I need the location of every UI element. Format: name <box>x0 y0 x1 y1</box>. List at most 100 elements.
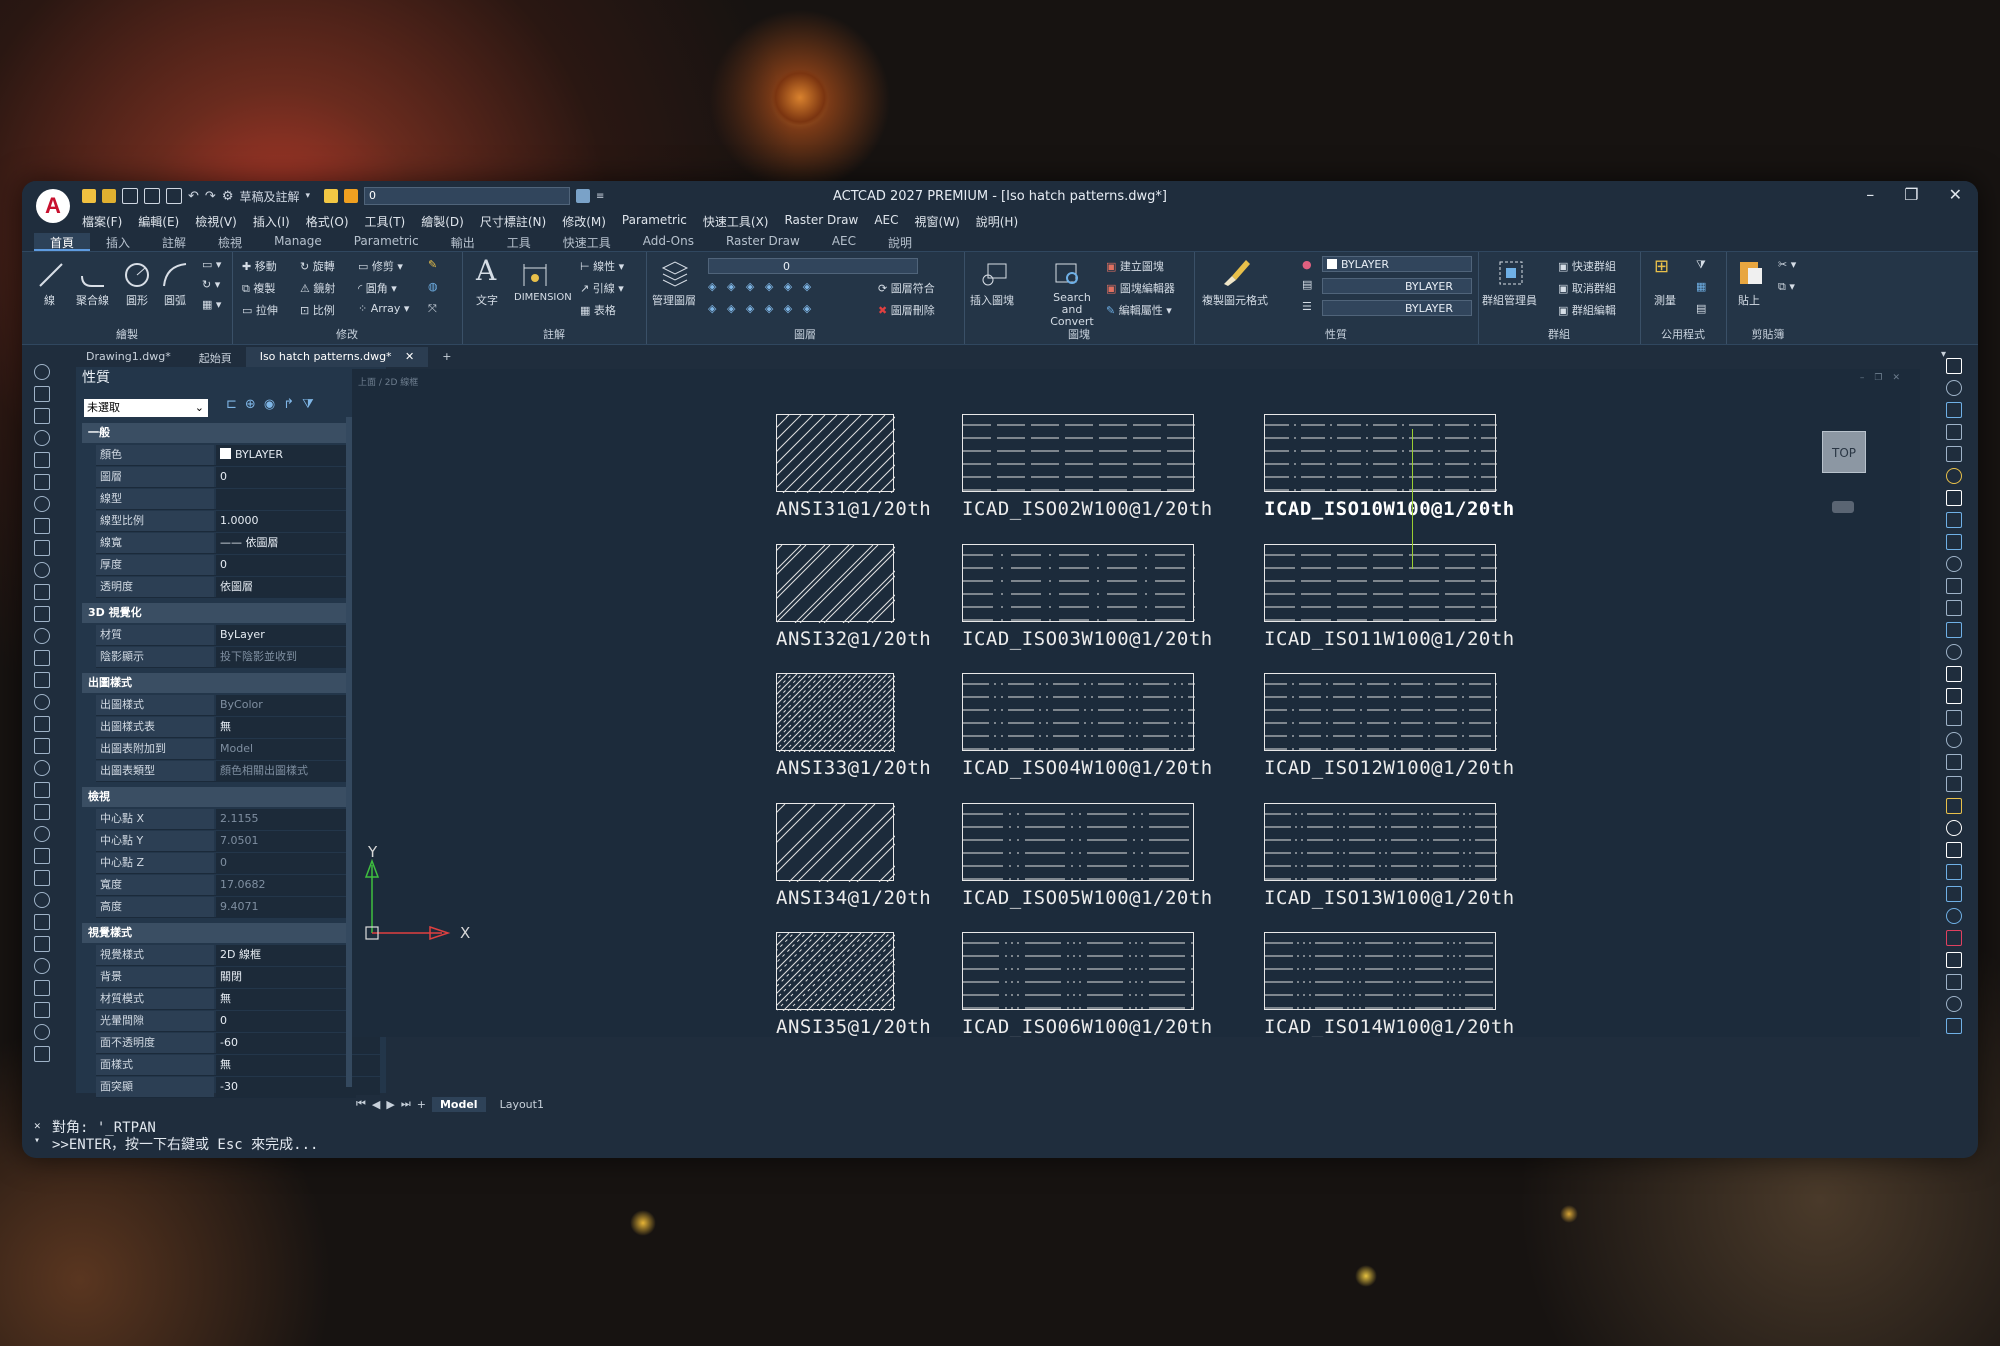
hatch-boundary[interactable] <box>962 673 1195 751</box>
draw-tool-icon[interactable] <box>34 430 50 446</box>
linear-button[interactable]: ⊢ 線性 ▾ <box>580 258 624 274</box>
lineweight-combo[interactable]: BYLAYER <box>1322 300 1472 316</box>
hatch-pattern-label[interactable]: ANSI33@1/20th <box>776 757 931 779</box>
property-row[interactable]: 陰影顯示 投下陰影並收到 <box>96 647 380 668</box>
hatch-pattern-label[interactable]: ICAD_ISO05W100@1/20th <box>962 887 1213 909</box>
modify-tool-icon[interactable] <box>1946 886 1962 902</box>
ribbon-tab[interactable]: 輸出 <box>435 233 491 251</box>
modify-tool-icon[interactable] <box>1946 534 1962 550</box>
drawing-viewport[interactable]: 上面 / 2D 線框 –❐✕ TOP ANSI31@1/20th ICAD_ISO… <box>352 369 1920 1037</box>
draw-tool-icon[interactable] <box>34 474 50 490</box>
draw-tool-icon[interactable] <box>34 782 50 798</box>
hatch-pattern-label[interactable]: ANSI32@1/20th <box>776 628 931 650</box>
properties-section-header[interactable]: 檢視▴ <box>82 787 380 807</box>
property-row[interactable]: 線型比例 1.0000 <box>96 511 380 532</box>
arc-icon[interactable] <box>160 260 190 290</box>
layer-match-button[interactable]: ⟳ 圖層符合 <box>878 280 935 296</box>
hatch-boundary[interactable] <box>776 673 895 752</box>
property-value[interactable]: -30 <box>216 1077 380 1097</box>
hatch-pattern-label[interactable]: ICAD_ISO13W100@1/20th <box>1264 887 1515 909</box>
draw-tool-icon[interactable] <box>34 870 50 886</box>
table-button[interactable]: ▦ 表格 <box>580 302 616 318</box>
property-row[interactable]: 透明度 依圖層 <box>96 577 380 598</box>
selection-dropdown[interactable]: 未選取 ⌄ <box>84 399 208 417</box>
rectangle-icon[interactable]: ▭ ▾ <box>202 258 221 271</box>
hatch-pattern-label[interactable]: ICAD_ISO11W100@1/20th <box>1264 628 1515 650</box>
menu-item[interactable]: AEC <box>874 213 898 231</box>
property-row[interactable]: 出圖樣式 ByColor <box>96 695 380 716</box>
calculator-icon[interactable]: ▤ <box>1696 302 1706 315</box>
hatch-boundary[interactable] <box>1264 414 1497 492</box>
line-icon[interactable] <box>36 260 66 290</box>
property-row[interactable]: 面不透明度 -60 <box>96 1033 380 1054</box>
draw-tool-icon[interactable] <box>34 826 50 842</box>
copy-button[interactable]: ⧉ 複製 <box>242 280 275 296</box>
property-row[interactable]: 高度 9.4071 <box>96 897 380 918</box>
hatch-boundary[interactable] <box>962 414 1195 492</box>
layer-tools-row1[interactable]: ◈ ◈ ◈ ◈ ◈ ◈ <box>708 280 811 293</box>
ribbon-tab[interactable]: Parametric <box>338 233 435 251</box>
array-button[interactable]: ⁘ Array ▾ <box>358 302 409 315</box>
hatch-pattern-label[interactable]: ICAD_ISO03W100@1/20th <box>962 628 1213 650</box>
hatch-pattern-label[interactable]: ICAD_ISO04W100@1/20th <box>962 757 1213 779</box>
property-row[interactable]: 線型 <box>96 489 380 510</box>
property-row[interactable]: 中心點 Z 0 <box>96 853 380 874</box>
hatch-boundary[interactable] <box>1264 932 1497 1010</box>
erase-icon[interactable]: ◍ <box>428 280 438 293</box>
ribbon-tab[interactable]: 檢視 <box>202 233 258 251</box>
hatch-boundary[interactable] <box>962 544 1195 622</box>
modify-tool-icon[interactable] <box>1946 798 1962 814</box>
modify-tool-icon[interactable] <box>1946 1018 1962 1034</box>
property-row[interactable]: 顏色 BYLAYER <box>96 445 380 466</box>
draw-tool-icon[interactable] <box>34 518 50 534</box>
explode-icon[interactable]: ⤧ <box>428 302 437 316</box>
ribbon-tab[interactable]: 工具 <box>491 233 547 251</box>
search-convert-icon[interactable] <box>1052 258 1082 288</box>
hatch-boundary[interactable] <box>776 414 895 493</box>
chevron-down-icon[interactable]: ▾ <box>34 1135 40 1146</box>
modify-tool-icon[interactable] <box>1946 578 1962 594</box>
hatch-icon[interactable]: ▦ ▾ <box>202 298 221 311</box>
draw-tool-icon[interactable] <box>34 1024 50 1040</box>
draw-tool-icon[interactable] <box>34 738 50 754</box>
hatch-pattern-label[interactable]: ICAD_ISO06W100@1/20th <box>962 1016 1213 1037</box>
property-row[interactable]: 厚度 0 <box>96 555 380 576</box>
group-manager-button[interactable]: 群組管理員 <box>1482 292 1537 308</box>
match-properties-icon[interactable] <box>1222 256 1252 286</box>
wcs-indicator[interactable] <box>1832 501 1854 513</box>
menu-item[interactable]: 格式(O) <box>306 213 349 231</box>
rotate-draw-icon[interactable]: ↻ ▾ <box>202 278 220 291</box>
layer-manager-button[interactable]: 管理圖層 <box>652 292 696 308</box>
property-row[interactable]: 材質模式無 <box>96 989 380 1010</box>
modify-tool-icon[interactable] <box>1946 820 1962 836</box>
paste-icon[interactable] <box>1736 256 1766 286</box>
draw-tool-icon[interactable] <box>34 804 50 820</box>
draw-tool-icon[interactable] <box>34 694 50 710</box>
draw-tool-icon[interactable] <box>34 584 50 600</box>
create-block-button[interactable]: ▣ 建立圖塊 <box>1106 258 1164 274</box>
draw-tool-icon[interactable] <box>34 936 50 952</box>
modify-tool-icon[interactable] <box>1946 446 1962 462</box>
draw-tool-icon[interactable] <box>34 540 50 556</box>
hatch-boundary[interactable] <box>1264 673 1497 751</box>
hatch-boundary[interactable] <box>776 803 895 882</box>
first-tab-icon[interactable]: ⏮ <box>356 1097 366 1111</box>
menu-item[interactable]: Raster Draw <box>784 213 858 231</box>
circle-button[interactable]: 圓形 <box>126 292 148 308</box>
lineweight-icon[interactable]: ☰ <box>1302 300 1312 313</box>
hatch-pattern-label[interactable]: ANSI35@1/20th <box>776 1016 931 1037</box>
linetype-combo[interactable]: BYLAYER <box>1322 278 1472 294</box>
modify-tool-icon[interactable] <box>1946 930 1962 946</box>
modify-tool-icon[interactable] <box>1946 358 1962 374</box>
new-tab-icon[interactable]: + <box>428 347 465 367</box>
document-tab[interactable]: Iso hatch patterns.dwg* ✕ <box>245 347 429 367</box>
draw-tool-icon[interactable] <box>34 386 50 402</box>
ribbon-tab[interactable]: Raster Draw <box>710 233 816 251</box>
hatch-pattern-label[interactable]: ICAD_ISO14W100@1/20th <box>1264 1016 1515 1037</box>
quick-select-icon[interactable]: ▦ <box>1696 280 1706 293</box>
menu-item[interactable]: 插入(I) <box>253 213 290 231</box>
hatch-boundary[interactable] <box>776 932 895 1011</box>
modify-tool-icon[interactable] <box>1946 600 1962 616</box>
ribbon-tab[interactable]: Manage <box>258 233 338 251</box>
linetype-icon[interactable]: ▤ <box>1302 278 1312 291</box>
